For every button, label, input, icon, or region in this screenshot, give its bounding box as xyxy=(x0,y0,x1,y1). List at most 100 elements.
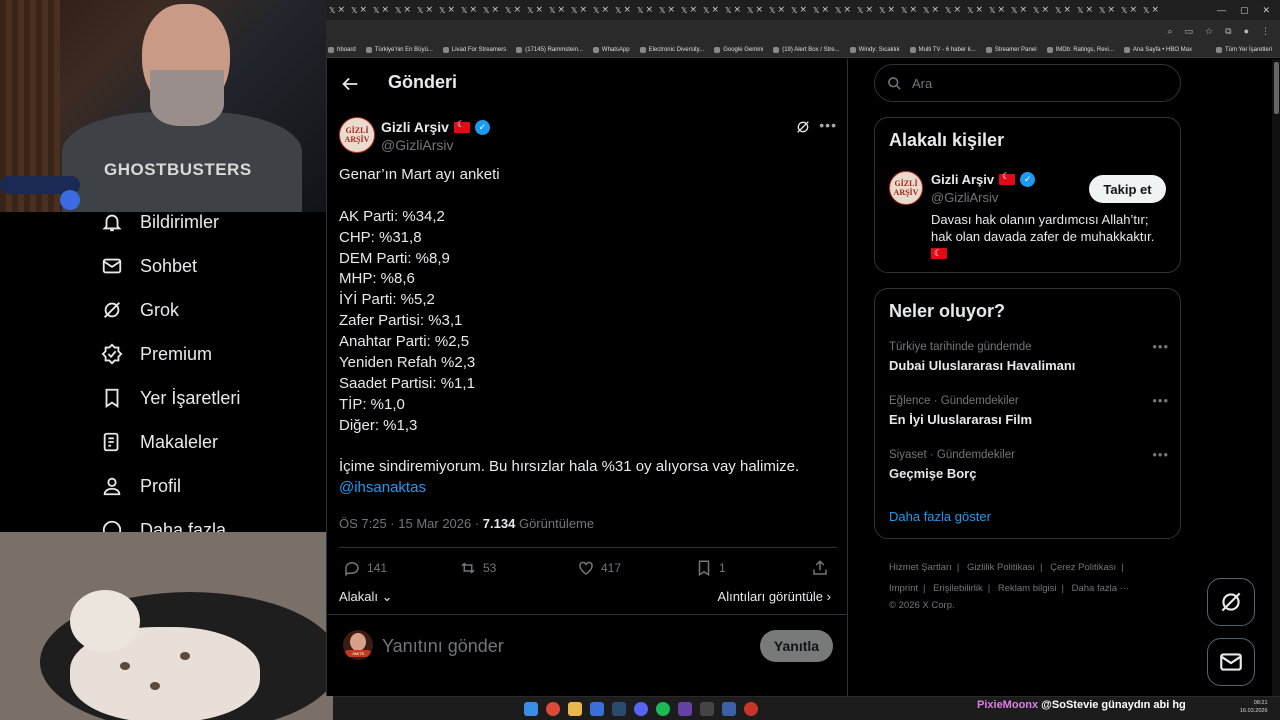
browser-menu-icon[interactable]: ⋮ xyxy=(1261,26,1270,37)
close-tab-icon[interactable]: × xyxy=(425,5,433,15)
browser-tab[interactable]: 𝕏 × xyxy=(348,3,370,17)
browser-tab[interactable]: 𝕏 × xyxy=(590,3,612,17)
trend-item[interactable]: Türkiye tarihinde gündemde Dubai Uluslar… xyxy=(889,339,1169,373)
close-tab-icon[interactable]: × xyxy=(1019,5,1027,15)
like-action[interactable]: 417 xyxy=(577,559,621,577)
close-tab-icon[interactable]: × xyxy=(953,5,961,15)
close-tab-icon[interactable]: × xyxy=(1107,5,1115,15)
show-more-link[interactable]: Daha fazla göster xyxy=(889,509,991,524)
browser-tab[interactable]: 𝕏 × xyxy=(744,3,766,17)
browser-tab[interactable]: 𝕏 × xyxy=(700,3,722,17)
app-icon[interactable] xyxy=(722,702,736,716)
bookmark-item[interactable]: Ana Sayfa • HBO Max xyxy=(1123,46,1192,53)
reply-action[interactable]: 141 xyxy=(343,559,387,577)
footer-link[interactable]: Reklam bilgisi xyxy=(998,583,1057,594)
browser-tab[interactable]: 𝕏 × xyxy=(436,3,458,17)
browser-tab[interactable]: 𝕏 × xyxy=(1030,3,1052,17)
trend-item[interactable]: Eğlence · Gündemdekiler En İyi Uluslarar… xyxy=(889,393,1169,427)
related-handle[interactable]: @GizliArsiv xyxy=(931,190,998,205)
repost-action[interactable]: 53 xyxy=(459,559,496,577)
close-tab-icon[interactable]: × xyxy=(1041,5,1049,15)
browser-tab[interactable]: 𝕏 × xyxy=(1118,3,1140,17)
close-tab-icon[interactable]: × xyxy=(337,5,345,15)
browser-tab[interactable]: 𝕏 × xyxy=(524,3,546,17)
minimize-icon[interactable]: — xyxy=(1217,5,1226,16)
close-tab-icon[interactable]: × xyxy=(1129,5,1137,15)
nav-profile[interactable]: Profil xyxy=(100,474,181,498)
browser-tab[interactable]: 𝕏 × xyxy=(1140,3,1162,17)
nav-articles[interactable]: Makaleler xyxy=(100,430,218,454)
browser-tab[interactable]: 𝕏 × xyxy=(546,3,568,17)
close-tab-icon[interactable]: × xyxy=(513,5,521,15)
close-tab-icon[interactable]: × xyxy=(909,5,917,15)
close-tab-icon[interactable]: × xyxy=(755,5,763,15)
more-options-icon[interactable]: ••• xyxy=(1152,447,1169,462)
scrollbar-thumb[interactable] xyxy=(1274,62,1279,114)
browser-tab[interactable]: 𝕏 × xyxy=(964,3,986,17)
share-action[interactable] xyxy=(811,559,829,577)
bookmark-item[interactable]: Electronic Diversity... xyxy=(639,46,704,53)
browser-tab[interactable]: 𝕏 × xyxy=(634,3,656,17)
browser-tab[interactable]: 𝕏 × xyxy=(414,3,436,17)
bookmark-item[interactable]: (19) Alert Box / Stre... xyxy=(773,46,840,53)
reply-input[interactable]: Yanıtını gönder xyxy=(382,636,504,657)
scrollbar-track[interactable] xyxy=(1272,59,1280,696)
browser-tab[interactable]: 𝕏 × xyxy=(788,3,810,17)
close-tab-icon[interactable]: × xyxy=(403,5,411,15)
browser-tab[interactable]: 𝕏 × xyxy=(854,3,876,17)
close-tab-icon[interactable]: × xyxy=(799,5,807,15)
bookmark-item[interactable]: Streamer Panel xyxy=(985,46,1037,53)
close-tab-icon[interactable]: × xyxy=(645,5,653,15)
footer-link[interactable]: Imprint xyxy=(889,583,918,594)
close-tab-icon[interactable]: × xyxy=(843,5,851,15)
close-tab-icon[interactable]: × xyxy=(601,5,609,15)
twitch-icon[interactable] xyxy=(678,702,692,716)
nav-premium[interactable]: Premium xyxy=(100,342,212,366)
footer-link[interactable]: Daha fazla ··· xyxy=(1072,583,1130,594)
close-tab-icon[interactable]: × xyxy=(1085,5,1093,15)
close-tab-icon[interactable]: × xyxy=(469,5,477,15)
close-tab-icon[interactable]: × xyxy=(777,5,785,15)
bookmark-item[interactable]: Livad For Streamers xyxy=(442,46,506,53)
browser-tab[interactable]: 𝕏 × xyxy=(766,3,788,17)
bookmark-item[interactable]: Türkiye'nin En Büyü... xyxy=(365,46,433,53)
bookmark-item[interactable]: hboard xyxy=(328,46,356,53)
browser-tab[interactable]: 𝕏 × xyxy=(1008,3,1030,17)
trend-item[interactable]: Siyaset · Gündemdekiler Geçmişe Borç ••• xyxy=(889,447,1169,481)
extensions-icon[interactable]: ⧉ xyxy=(1225,26,1231,37)
nav-notifications[interactable]: Bildirimler xyxy=(100,210,219,234)
bookmark-item[interactable]: Google Gemini xyxy=(714,46,763,53)
browser-tab[interactable]: 𝕏 × xyxy=(1052,3,1074,17)
chrome-icon[interactable] xyxy=(546,702,560,716)
browser-tab[interactable]: 𝕏 × xyxy=(876,3,898,17)
search-input[interactable]: Ara xyxy=(874,64,1181,102)
windows-start-icon[interactable] xyxy=(524,702,538,716)
zoom-icon[interactable]: ⌕ xyxy=(1167,26,1172,37)
reply-button[interactable]: Yanıtla xyxy=(760,630,833,662)
browser-tab[interactable]: 𝕏 × xyxy=(722,3,744,17)
browser-tab[interactable]: 𝕏 × xyxy=(370,3,392,17)
bookmark-item[interactable]: Multi TV - 6 haber k... xyxy=(909,46,976,53)
footer-link[interactable]: Erişilebilirlik xyxy=(933,583,983,594)
author-avatar[interactable]: GİZLİ ARŞİV xyxy=(339,117,375,153)
close-window-icon[interactable]: ✕ xyxy=(1262,5,1270,16)
browser-tab[interactable]: 𝕏 × xyxy=(942,3,964,17)
close-tab-icon[interactable]: × xyxy=(1063,5,1071,15)
more-options-icon[interactable]: ••• xyxy=(819,117,837,133)
browser-tab[interactable]: 𝕏 × xyxy=(920,3,942,17)
profile-icon[interactable]: ● xyxy=(1244,26,1249,36)
back-arrow-icon[interactable] xyxy=(339,73,361,95)
browser-tab[interactable]: 𝕏 × xyxy=(392,3,414,17)
bookmark-action[interactable]: 1 xyxy=(695,559,726,577)
close-tab-icon[interactable]: × xyxy=(931,5,939,15)
footer-link[interactable]: Hizmet Şartları xyxy=(889,562,952,573)
browser-tab[interactable]: 𝕏 × xyxy=(678,3,700,17)
close-tab-icon[interactable]: × xyxy=(865,5,873,15)
grok-icon[interactable] xyxy=(795,119,811,135)
close-tab-icon[interactable]: × xyxy=(821,5,829,15)
related-avatar[interactable]: GİZLİ ARŞİV xyxy=(889,171,923,205)
close-tab-icon[interactable]: × xyxy=(975,5,983,15)
close-tab-icon[interactable]: × xyxy=(997,5,1005,15)
browser-tab[interactable]: 𝕏 × xyxy=(1096,3,1118,17)
post-time[interactable]: ÖS 7:25 · 15 Mar 2026 · xyxy=(339,516,483,531)
